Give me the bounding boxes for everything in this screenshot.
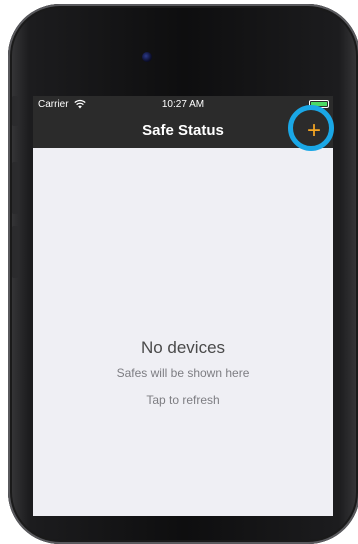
battery-level [311,102,327,106]
plus-icon: + [306,117,321,144]
navigation-bar: Safe Status + [33,114,333,148]
mute-switch [12,96,18,126]
volume-up-button [12,162,18,214]
volume-down-button [12,226,18,278]
status-time: 10:27 AM [161,99,205,110]
battery-icon [309,100,329,108]
page-title: Safe Status [142,122,224,139]
empty-state-title: No devices [140,338,226,357]
app-screen: Carrier 10:27 AM Safe Status + No device… [33,96,333,516]
add-device-button[interactable]: + [303,117,325,144]
tap-to-refresh[interactable]: Tap to refresh [33,393,333,407]
status-bar: Carrier 10:27 AM [33,96,333,114]
empty-state-subtitle: Safes will be shown here [116,366,250,380]
camera-icon [142,52,152,62]
